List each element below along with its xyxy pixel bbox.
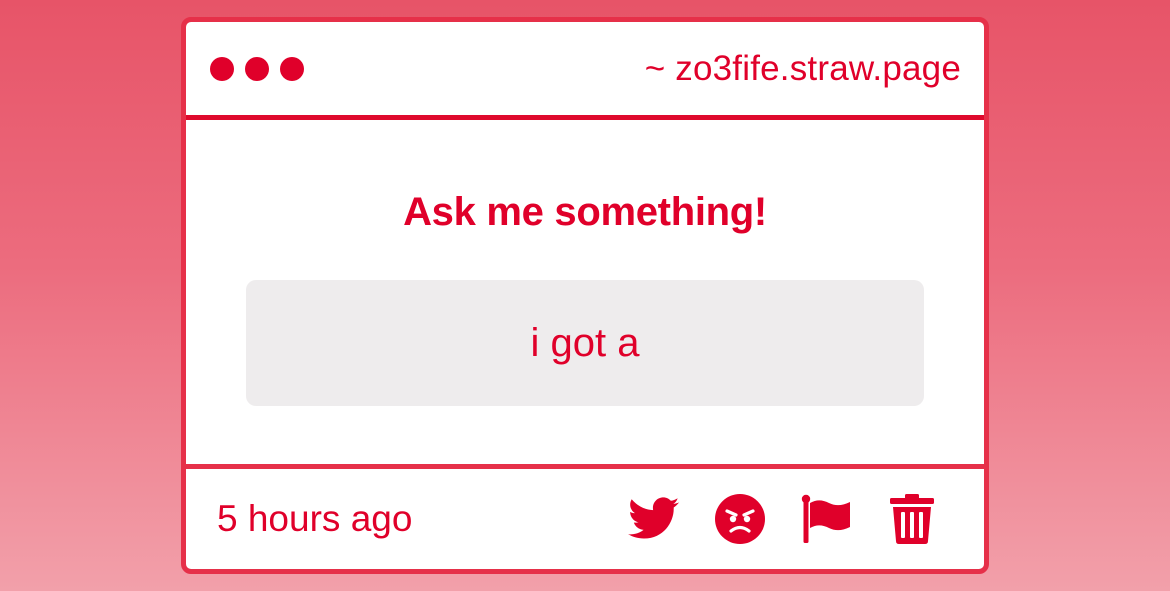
timestamp: 5 hours ago [217,498,413,539]
page-url: ~ zo3fife.straw.page [644,48,961,88]
report-button[interactable] [800,493,852,545]
twitter-icon [628,497,680,539]
window-dot [245,56,269,81]
question-content: Ask me something! i got a [186,120,984,469]
delete-button[interactable] [886,493,938,545]
window-titlebar: ~ zo3fife.straw.page [186,22,984,120]
window-dot [210,56,234,81]
question-card: ~ zo3fife.straw.page Ask me something! i… [181,17,989,574]
action-bar [628,493,938,545]
window-dot [280,56,304,81]
question-heading: Ask me something! [403,190,767,234]
twitter-share-button[interactable] [628,493,680,545]
window-dots [210,56,304,81]
card-footer: 5 hours ago [186,469,984,569]
angry-face-icon [715,494,765,544]
answer-box: i got a [246,280,924,406]
answer-text: i got a [530,320,640,365]
trash-icon [890,494,934,544]
flag-icon [801,494,850,543]
angry-reaction-button[interactable] [714,493,766,545]
